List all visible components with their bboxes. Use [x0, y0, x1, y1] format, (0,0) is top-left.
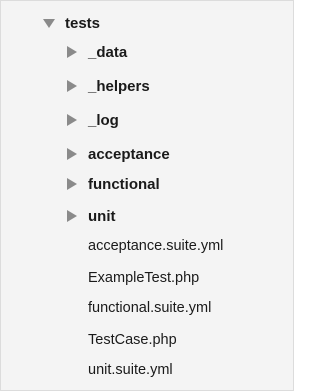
- tree-folder-_log[interactable]: _log: [65, 106, 119, 134]
- tree-folder-label: functional: [88, 175, 160, 193]
- tree-folder-acceptance[interactable]: acceptance: [65, 140, 170, 168]
- tree-folder-_helpers[interactable]: _helpers: [65, 72, 150, 100]
- tree-file-exampletest-php[interactable]: ExampleTest.php: [88, 264, 199, 292]
- tree-file-functional-suite-yml[interactable]: functional.suite.yml: [88, 294, 211, 322]
- tree-folder-label: tests: [65, 14, 101, 32]
- triangle-right-icon[interactable]: [65, 45, 79, 59]
- triangle-right-icon[interactable]: [65, 147, 79, 161]
- tree-file-unit-suite-yml[interactable]: unit.suite.yml: [88, 356, 173, 384]
- triangle-right-icon[interactable]: [65, 79, 79, 93]
- tree-folder-label: _log: [88, 111, 119, 129]
- tree-file-label: TestCase.php: [88, 332, 177, 348]
- tree-file-label: ExampleTest.php: [88, 270, 200, 286]
- tree-folder-_data[interactable]: _data: [65, 38, 127, 66]
- tree-folder-unit[interactable]: unit: [65, 202, 116, 230]
- tree-folder-label: _data: [88, 43, 128, 61]
- triangle-right-icon[interactable]: [65, 209, 79, 223]
- tree-file-label: functional.suite.yml: [88, 300, 212, 316]
- triangle-right-icon[interactable]: [65, 113, 79, 127]
- tree-folder-functional[interactable]: functional: [65, 170, 160, 198]
- tree-folder-label: acceptance: [88, 145, 170, 163]
- tree-file-acceptance-suite-yml[interactable]: acceptance.suite.yml: [88, 232, 223, 260]
- triangle-right-icon[interactable]: [65, 177, 79, 191]
- tree-file-label: unit.suite.yml: [88, 362, 173, 378]
- tree-folder-label: _helpers: [88, 77, 150, 95]
- triangle-down-icon[interactable]: [42, 16, 56, 30]
- tree-folder-label: unit: [88, 207, 116, 225]
- tree-file-label: acceptance.suite.yml: [88, 238, 224, 254]
- file-tree-panel: tests _data _helpers _log acceptance fun…: [0, 0, 294, 391]
- tree-file-testcase-php[interactable]: TestCase.php: [88, 326, 177, 354]
- tree-folder-tests[interactable]: tests: [42, 9, 100, 37]
